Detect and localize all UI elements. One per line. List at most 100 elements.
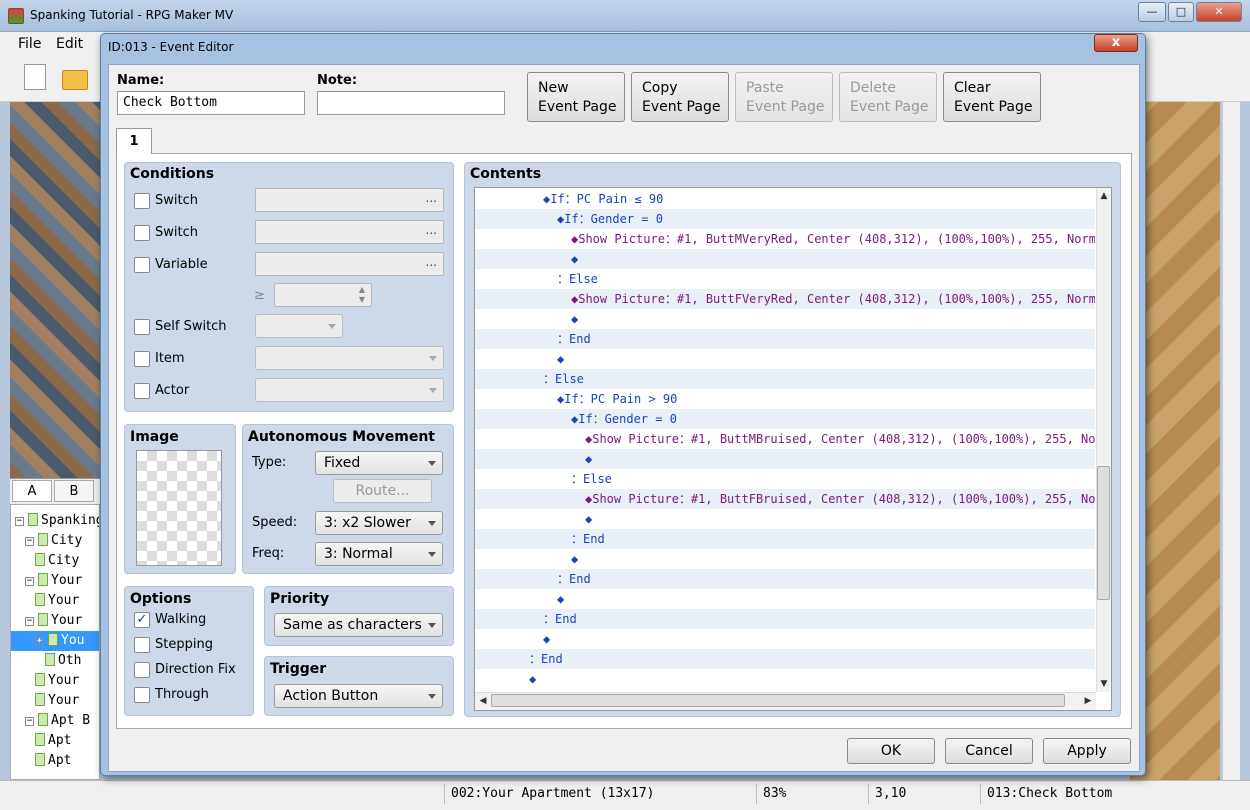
variable-value-spinner[interactable]: ▲ ▼ <box>274 283 372 307</box>
command-row[interactable]: ：End <box>475 569 1095 589</box>
map-tree[interactable]: − Spanking − City City − Your Your − Your + You Oth Y… <box>10 504 100 780</box>
tab-tileset-a[interactable]: A <box>12 480 52 502</box>
command-row[interactable]: ◆ <box>475 509 1095 529</box>
map-tree-item[interactable]: + You <box>11 631 99 651</box>
maximize-icon[interactable]: □ <box>1168 2 1194 22</box>
command-row[interactable]: ◆Show Picture：#1, ButtMBruised, Center (… <box>475 429 1095 449</box>
scroll-right-icon[interactable]: ▶ <box>1081 694 1095 708</box>
command-row[interactable]: ◆ <box>475 349 1095 369</box>
map-tree-item[interactable]: − Apt B <box>25 711 90 731</box>
movement-speed-combo[interactable]: 3: x2 Slower <box>315 511 443 535</box>
command-row[interactable]: ◆If：Gender = 0 <box>475 209 1095 229</box>
name-field[interactable]: Check Bottom <box>117 91 305 115</box>
scroll-up-icon[interactable]: ▲ <box>1097 189 1111 203</box>
command-row[interactable]: ◆ <box>475 309 1095 329</box>
movement-type-combo[interactable]: Fixed <box>315 451 443 475</box>
trigger-combo[interactable]: Action Button <box>274 684 443 708</box>
collapse-icon[interactable]: − <box>25 717 34 726</box>
actor-checkbox[interactable] <box>134 383 150 399</box>
through-checkbox[interactable] <box>134 687 150 703</box>
switch1-checkbox[interactable] <box>134 193 150 209</box>
dialog-close-icon[interactable]: x <box>1094 34 1138 52</box>
switch2-selector[interactable]: ... <box>255 220 444 244</box>
menu-edit[interactable]: Edit <box>56 36 83 52</box>
switch1-selector[interactable]: ... <box>255 188 444 212</box>
map-tree-item[interactable]: Apt <box>35 751 71 771</box>
command-row[interactable]: ：Else <box>475 269 1095 289</box>
clear-event-page-button[interactable]: Clear Event Page <box>943 72 1041 122</box>
walking-checkbox[interactable]: ✓ <box>134 612 150 628</box>
contents-vertical-scrollbar[interactable] <box>1096 188 1111 692</box>
expand-icon[interactable]: + <box>35 637 44 646</box>
map-vertical-scrollbar[interactable] <box>1222 102 1240 780</box>
collapse-icon[interactable]: − <box>25 577 34 586</box>
map-tree-item[interactable]: City <box>35 551 79 571</box>
menu-file[interactable]: File <box>18 36 41 52</box>
map-tree-item[interactable]: − Spanking <box>15 511 99 531</box>
command-row[interactable]: ◆Show Picture：#1, ButtFBruised, Center (… <box>475 489 1095 509</box>
command-row[interactable]: ◆ <box>475 249 1095 269</box>
command-row[interactable]: ：End <box>475 609 1095 629</box>
variable-checkbox[interactable] <box>134 257 150 273</box>
map-tree-item[interactable]: − Your <box>25 571 82 591</box>
open-project-icon[interactable] <box>62 70 88 90</box>
map-tree-item[interactable]: Your <box>35 671 79 691</box>
map-tree-item[interactable]: − City <box>25 531 82 551</box>
command-row[interactable]: ：End <box>475 649 1095 669</box>
paste-event-page-button[interactable]: Paste Event Page <box>735 72 833 122</box>
command-row[interactable]: ：End <box>475 329 1095 349</box>
delete-event-page-button[interactable]: Delete Event Page <box>839 72 937 122</box>
direction-fix-checkbox[interactable] <box>134 662 150 678</box>
map-tree-item[interactable]: Your <box>35 691 79 711</box>
collapse-icon[interactable]: − <box>25 617 34 626</box>
command-row[interactable]: ◆ <box>475 629 1095 649</box>
item-checkbox[interactable] <box>134 351 150 367</box>
tab-tileset-b[interactable]: B <box>54 480 94 502</box>
app-close-icon[interactable]: ✕ <box>1196 2 1242 22</box>
collapse-icon[interactable]: − <box>25 537 34 546</box>
command-row[interactable]: ◆If：PC Pain ≤ 90 <box>475 189 1095 209</box>
command-row[interactable]: ◆Show Picture：#1, ButtFVeryRed, Center (… <box>475 289 1095 309</box>
event-image-preview[interactable] <box>136 450 222 566</box>
tab-page-1[interactable]: 1 <box>116 128 152 154</box>
actor-combo[interactable] <box>255 378 444 402</box>
new-project-icon[interactable] <box>24 64 46 90</box>
tileset-palette[interactable] <box>10 102 100 478</box>
command-row[interactable]: ◆If：PC Pain > 90 <box>475 389 1095 409</box>
map-tree-item[interactable]: Your <box>35 591 79 611</box>
item-combo[interactable] <box>255 346 444 370</box>
variable-selector[interactable]: ... <box>255 252 444 276</box>
collapse-icon[interactable]: − <box>15 517 24 526</box>
copy-event-page-button[interactable]: Copy Event Page <box>631 72 729 122</box>
stepping-checkbox[interactable] <box>134 637 150 653</box>
scroll-down-icon[interactable]: ▼ <box>1097 677 1111 691</box>
command-row[interactable]: ◆ <box>475 589 1095 609</box>
contents-horizontal-thumb[interactable] <box>491 694 1065 707</box>
scroll-left-icon[interactable]: ◀ <box>476 694 490 708</box>
cancel-button[interactable]: Cancel <box>945 738 1033 764</box>
route-button[interactable]: Route... <box>333 479 432 503</box>
command-row[interactable]: ◆ <box>475 449 1095 469</box>
switch2-checkbox[interactable] <box>134 225 150 241</box>
command-row[interactable]: ◆Show Picture：#1, ButtMVeryRed, Center (… <box>475 229 1095 249</box>
command-row[interactable]: ：Else <box>475 369 1095 389</box>
new-event-page-button[interactable]: New Event Page <box>527 72 625 122</box>
map-tree-item[interactable]: Apt <box>35 731 71 751</box>
command-row[interactable]: ◆ <box>475 669 1095 689</box>
note-field[interactable] <box>317 91 505 115</box>
movement-freq-combo[interactable]: 3: Normal <box>315 542 443 566</box>
self-switch-combo[interactable] <box>255 314 343 338</box>
spin-down-icon[interactable]: ▼ <box>359 295 365 304</box>
spin-up-icon[interactable]: ▲ <box>359 285 365 294</box>
map-tree-item[interactable]: Oth <box>45 651 81 671</box>
contents-vertical-thumb[interactable] <box>1097 466 1110 600</box>
ok-button[interactable]: OK <box>847 738 935 764</box>
event-command-list[interactable]: ◆If：PC Pain ≤ 90 ◆If：Gender = 0 ◆Show Pict… <box>474 187 1112 711</box>
command-row[interactable]: ◆ <box>475 549 1095 569</box>
priority-combo[interactable]: Same as characters <box>274 613 443 637</box>
minimize-icon[interactable]: — <box>1138 2 1166 22</box>
apply-button[interactable]: Apply <box>1043 738 1131 764</box>
command-row[interactable]: ：End <box>475 529 1095 549</box>
command-row[interactable]: ◆If：Gender = 0 <box>475 409 1095 429</box>
command-row[interactable]: ：Else <box>475 469 1095 489</box>
